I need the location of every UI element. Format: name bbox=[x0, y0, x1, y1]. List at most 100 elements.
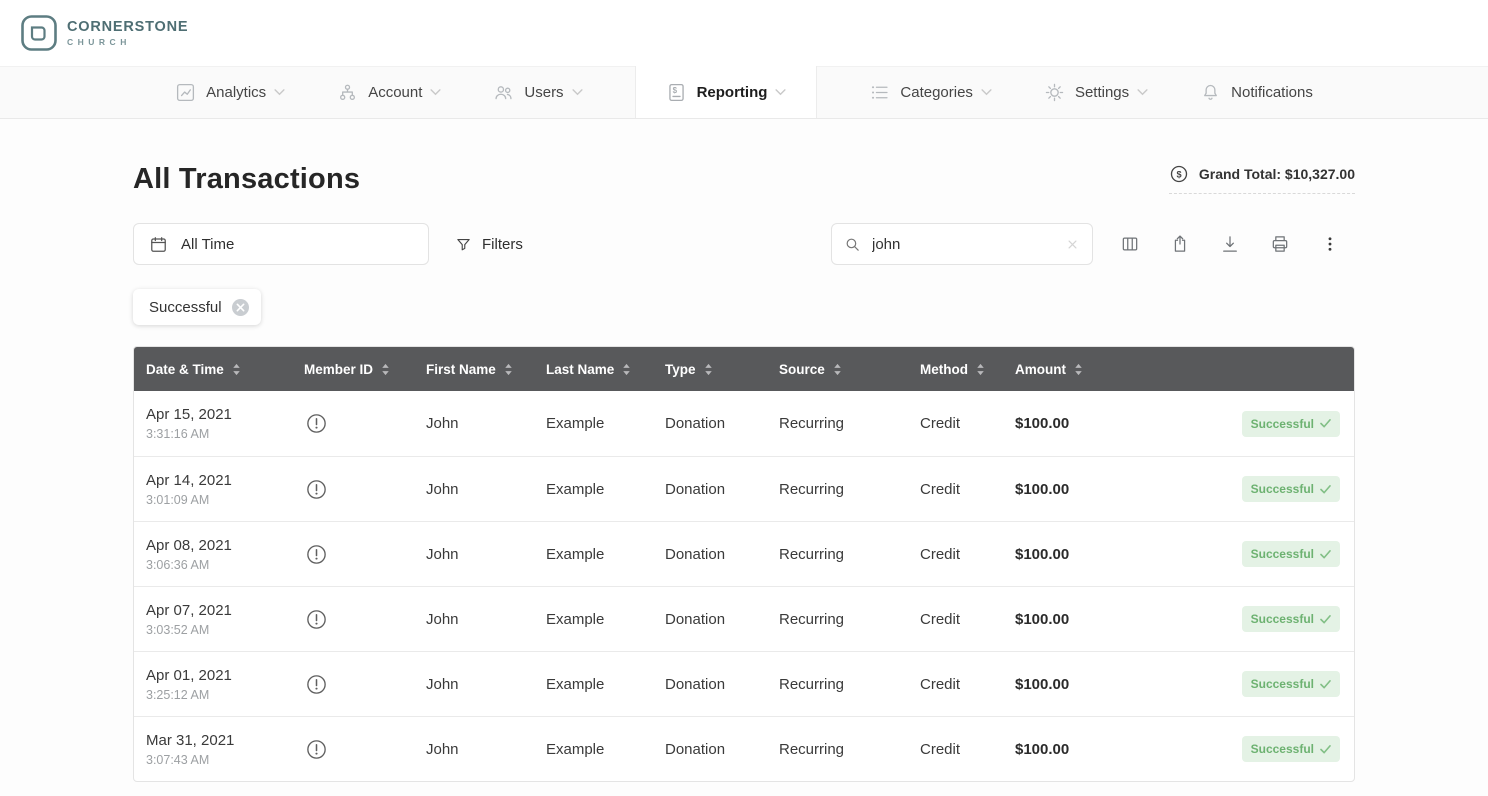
cell-date-time: Apr 01, 2021 3:25:12 AM bbox=[146, 667, 304, 702]
column-header-type[interactable]: Type bbox=[665, 362, 779, 377]
grand-total-text: Grand Total: $10,327.00 bbox=[1199, 166, 1355, 182]
analytics-icon bbox=[175, 82, 196, 103]
transactions-table: Date & Time Member ID First Name Last Na… bbox=[133, 346, 1355, 782]
cell-amount: $100.00 bbox=[1015, 741, 1145, 758]
cell-method: Credit bbox=[920, 546, 1015, 563]
check-icon bbox=[1320, 419, 1331, 428]
cell-status: Successful bbox=[1145, 736, 1354, 762]
toolbar: All Time Filters bbox=[133, 223, 1355, 265]
transaction-time: 3:06:36 AM bbox=[146, 558, 304, 572]
table-row[interactable]: Apr 14, 2021 3:01:09 AM John Example Don… bbox=[134, 456, 1354, 521]
cell-member-id bbox=[304, 738, 426, 761]
transaction-date: Apr 08, 2021 bbox=[146, 537, 304, 554]
member-info-icon[interactable] bbox=[305, 412, 328, 435]
member-info-icon[interactable] bbox=[305, 478, 328, 501]
cell-date-time: Apr 15, 2021 3:31:16 AM bbox=[146, 406, 304, 441]
filter-chip-successful: Successful bbox=[133, 289, 261, 325]
cell-amount: $100.00 bbox=[1015, 415, 1145, 432]
table-row[interactable]: Apr 15, 2021 3:31:16 AM John Example Don… bbox=[134, 391, 1354, 456]
cell-first-name: John bbox=[426, 415, 546, 432]
column-header-source[interactable]: Source bbox=[779, 362, 920, 377]
nav-label: Users bbox=[524, 84, 563, 101]
column-header-date-time[interactable]: Date & Time bbox=[146, 362, 304, 377]
cell-last-name: Example bbox=[546, 481, 665, 498]
sort-icon bbox=[381, 363, 390, 376]
chip-remove-button[interactable] bbox=[232, 299, 249, 316]
table-row[interactable]: Apr 01, 2021 3:25:12 AM John Example Don… bbox=[134, 651, 1354, 716]
table-row[interactable]: Apr 07, 2021 3:03:52 AM John Example Don… bbox=[134, 586, 1354, 651]
cell-last-name: Example bbox=[546, 546, 665, 563]
chevron-down-icon bbox=[430, 89, 441, 96]
brand-logo[interactable]: CORNERSTONE CHURCH bbox=[20, 14, 188, 52]
column-header-first-name[interactable]: First Name bbox=[426, 362, 546, 377]
status-badge: Successful bbox=[1242, 541, 1340, 567]
clear-search-button[interactable] bbox=[1065, 237, 1080, 252]
filter-chip-label: Successful bbox=[149, 299, 222, 316]
settings-gear-icon bbox=[1044, 82, 1065, 103]
member-info-icon[interactable] bbox=[305, 673, 328, 696]
download-button[interactable] bbox=[1205, 223, 1255, 265]
column-header-amount[interactable]: Amount bbox=[1015, 362, 1145, 377]
download-icon bbox=[1220, 234, 1240, 254]
status-label: Successful bbox=[1251, 482, 1314, 496]
transaction-date: Apr 14, 2021 bbox=[146, 472, 304, 489]
sort-icon bbox=[232, 363, 241, 376]
cell-method: Credit bbox=[920, 741, 1015, 758]
column-header-member-id[interactable]: Member ID bbox=[304, 362, 426, 377]
nav-item-notifications[interactable]: Notifications bbox=[1200, 67, 1313, 118]
columns-button[interactable] bbox=[1105, 223, 1155, 265]
cell-source: Recurring bbox=[779, 676, 920, 693]
sort-icon bbox=[976, 363, 985, 376]
column-header-last-name[interactable]: Last Name bbox=[546, 362, 665, 377]
share-icon bbox=[1170, 234, 1190, 254]
member-info-icon[interactable] bbox=[305, 608, 328, 631]
cell-method: Credit bbox=[920, 676, 1015, 693]
chevron-down-icon bbox=[572, 89, 583, 96]
check-icon bbox=[1320, 485, 1331, 494]
cell-date-time: Mar 31, 2021 3:07:43 AM bbox=[146, 732, 304, 767]
cell-source: Recurring bbox=[779, 415, 920, 432]
share-button[interactable] bbox=[1155, 223, 1205, 265]
transaction-date: Apr 07, 2021 bbox=[146, 602, 304, 619]
cell-type: Donation bbox=[665, 611, 779, 628]
date-range-select[interactable]: All Time bbox=[133, 223, 429, 265]
filters-button[interactable]: Filters bbox=[455, 236, 523, 253]
cell-date-time: Apr 07, 2021 3:03:52 AM bbox=[146, 602, 304, 637]
table-row[interactable]: Apr 08, 2021 3:06:36 AM John Example Don… bbox=[134, 521, 1354, 586]
nav-item-reporting[interactable]: $ Reporting bbox=[635, 66, 818, 118]
cell-date-time: Apr 08, 2021 3:06:36 AM bbox=[146, 537, 304, 572]
check-icon bbox=[1320, 615, 1331, 624]
cell-type: Donation bbox=[665, 676, 779, 693]
nav-label: Reporting bbox=[697, 84, 768, 101]
cell-status: Successful bbox=[1145, 411, 1354, 437]
cell-amount: $100.00 bbox=[1015, 676, 1145, 693]
member-info-icon[interactable] bbox=[305, 738, 328, 761]
svg-text:$: $ bbox=[672, 85, 677, 94]
cell-last-name: Example bbox=[546, 676, 665, 693]
cell-amount: $100.00 bbox=[1015, 546, 1145, 563]
print-button[interactable] bbox=[1255, 223, 1305, 265]
cell-type: Donation bbox=[665, 741, 779, 758]
transaction-time: 3:01:09 AM bbox=[146, 493, 304, 507]
nav-item-analytics[interactable]: Analytics bbox=[175, 67, 285, 118]
cell-source: Recurring bbox=[779, 546, 920, 563]
table-header-row: Date & Time Member ID First Name Last Na… bbox=[134, 347, 1354, 391]
more-options-button[interactable] bbox=[1305, 223, 1355, 265]
nav-item-settings[interactable]: Settings bbox=[1044, 67, 1148, 118]
search-input[interactable] bbox=[870, 235, 1056, 254]
brand-logo-icon bbox=[20, 14, 58, 52]
column-header-method[interactable]: Method bbox=[920, 362, 1015, 377]
chevron-down-icon bbox=[274, 89, 285, 96]
nav-item-categories[interactable]: Categories bbox=[869, 67, 992, 118]
member-info-icon[interactable] bbox=[305, 543, 328, 566]
table-row[interactable]: Mar 31, 2021 3:07:43 AM John Example Don… bbox=[134, 716, 1354, 781]
toolbar-actions bbox=[1105, 223, 1355, 265]
nav-item-account[interactable]: Account bbox=[337, 67, 441, 118]
sort-icon bbox=[504, 363, 513, 376]
sort-icon bbox=[1074, 363, 1083, 376]
cell-status: Successful bbox=[1145, 606, 1354, 632]
nav-item-users[interactable]: Users bbox=[493, 67, 582, 118]
cell-method: Credit bbox=[920, 611, 1015, 628]
cell-date-time: Apr 14, 2021 3:01:09 AM bbox=[146, 472, 304, 507]
chevron-down-icon bbox=[1137, 89, 1148, 96]
